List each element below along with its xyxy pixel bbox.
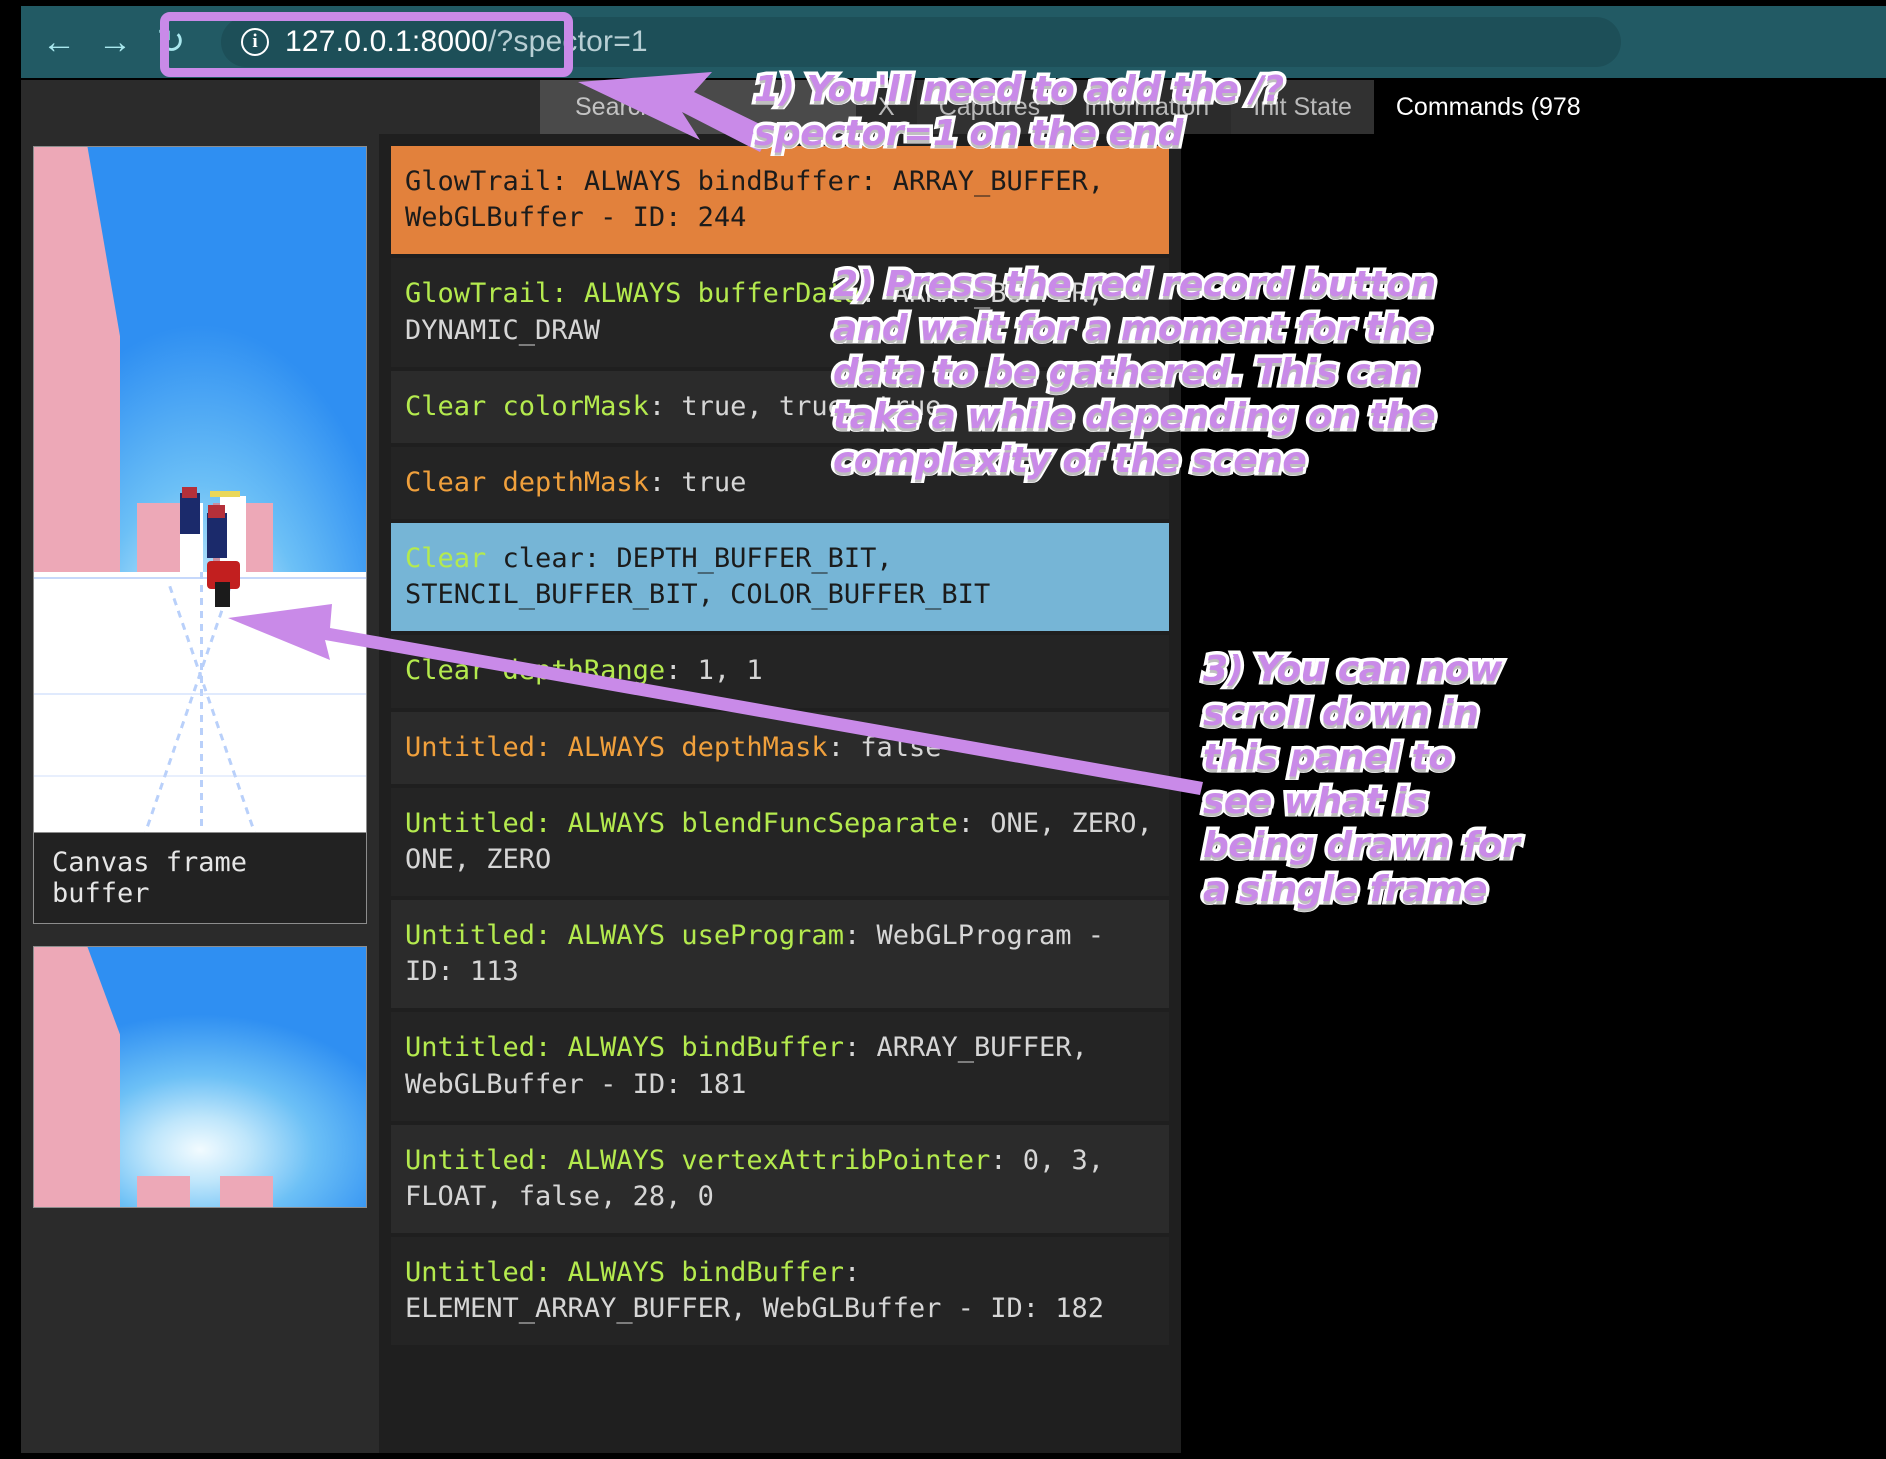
- command-context: Clear: [405, 543, 487, 575]
- command-marker: ALWAYS: [567, 731, 666, 763]
- command-context: GlowTrail:: [405, 166, 568, 197]
- forward-icon[interactable]: →: [87, 14, 143, 70]
- grid-line-h2: [34, 775, 366, 778]
- back-icon[interactable]: ←: [31, 14, 87, 70]
- command-context: Untitled:: [405, 920, 552, 952]
- framebuffer-thumbnail[interactable]: Canvas frame buffer: [33, 146, 367, 924]
- command-row[interactable]: Untitled: ALWAYS vertexAttribPointer: 0,…: [391, 1124, 1169, 1234]
- command-row[interactable]: GlowTrail: ALWAYS bindBuffer: ARRAY_BUFF…: [391, 146, 1169, 255]
- sprite-enemy-near-head: [207, 505, 225, 518]
- command-args: 1, 1: [697, 655, 763, 687]
- command-function: useProgram: [681, 920, 844, 952]
- command-function: blendFuncSeparate: [681, 807, 958, 839]
- command-function: depthMask: [681, 731, 828, 763]
- sprite-enemy-near: [206, 513, 227, 558]
- tab-commands[interactable]: Commands (978: [1373, 80, 1603, 134]
- command-row[interactable]: Untitled: ALWAYS useProgram: WebGLProgra…: [391, 900, 1169, 1009]
- command-marker: ALWAYS: [567, 1257, 666, 1289]
- command-row[interactable]: Untitled: ALWAYS bindBuffer: ARRAY_BUFFE…: [391, 1012, 1169, 1121]
- command-context: Untitled:: [405, 1032, 552, 1064]
- command-function: bindBuffer: [697, 166, 861, 197]
- annotation-step-1: 1) You'll need to add the /?spector=1 on…: [751, 66, 1288, 158]
- command-marker: ALWAYS: [583, 278, 682, 310]
- command-context: Clear: [405, 655, 487, 687]
- command-row[interactable]: Untitled: ALWAYS blendFuncSeparate: ONE,…: [391, 787, 1169, 897]
- annotation-step-2: 2) Press the red record button and wait …: [830, 261, 1440, 485]
- thumbnail-label: Canvas frame buffer: [34, 832, 366, 923]
- command-args: DEPTH_BUFFER_BIT, STENCIL_BUFFER_BIT, CO…: [405, 543, 991, 611]
- command-row[interactable]: Untitled: ALWAYS bindBuffer: ELEMENT_ARR…: [391, 1237, 1169, 1346]
- command-function: depthRange: [502, 655, 666, 687]
- canvas-frame-preview: [34, 147, 366, 832]
- command-context: GlowTrail:: [405, 278, 568, 310]
- sprite-player-body: [214, 581, 230, 607]
- command-function: depthMask: [502, 466, 649, 498]
- annotation-step-3: 3) You can now scroll down in this panel…: [1200, 645, 1524, 913]
- command-context: Untitled:: [405, 807, 552, 839]
- grid-line-center: [200, 571, 203, 832]
- command-marker: ALWAYS: [567, 1144, 666, 1176]
- framebuffer-thumbnail-list[interactable]: Canvas frame buffer: [21, 134, 379, 1453]
- framebuffer-thumbnail-2[interactable]: [33, 946, 367, 1208]
- command-args: ELEMENT_ARRAY_BUFFER, WebGLBuffer - ID: …: [405, 1293, 1104, 1325]
- command-context: Clear: [405, 390, 487, 422]
- command-context: Untitled:: [405, 731, 552, 763]
- command-function: bindBuffer: [681, 1032, 844, 1064]
- search-placeholder: Search...: [575, 92, 676, 121]
- address-bar-highlight-box: [160, 12, 573, 77]
- building-mid-left-2: [136, 1175, 191, 1207]
- command-context: Clear: [405, 466, 487, 498]
- command-args: true: [681, 466, 747, 498]
- command-row-selected[interactable]: Clear clear: DEPTH_BUFFER_BIT, STENCIL_B…: [391, 523, 1169, 632]
- command-args: false: [860, 731, 942, 763]
- command-function: vertexAttribPointer: [681, 1144, 991, 1176]
- command-context: Untitled:: [405, 1144, 552, 1176]
- canvas-frame-preview-2: [34, 947, 366, 1207]
- command-marker: ALWAYS: [583, 166, 682, 197]
- sprite-enemy-far-head: [182, 486, 198, 498]
- command-row[interactable]: Untitled: ALWAYS depthMask: false: [391, 711, 1169, 784]
- building-mid-right-2: [219, 1175, 274, 1207]
- screenshot-root: ← → ↻ i 127.0.0.1:8000/?spector=1 Search…: [0, 0, 1886, 1459]
- grid-line-h1: [34, 693, 366, 695]
- command-function: colorMask: [502, 390, 649, 422]
- command-function: clear: [502, 543, 584, 575]
- sprite-enemy-far: [180, 492, 200, 535]
- sprite-goal-banner: [209, 490, 240, 498]
- command-marker: ALWAYS: [567, 807, 666, 839]
- command-marker: ALWAYS: [567, 920, 666, 952]
- command-function: bindBuffer: [681, 1257, 844, 1289]
- command-context: Untitled:: [405, 1257, 552, 1289]
- command-marker: ALWAYS: [567, 1032, 666, 1064]
- command-row[interactable]: Clear depthRange: 1, 1: [391, 635, 1169, 708]
